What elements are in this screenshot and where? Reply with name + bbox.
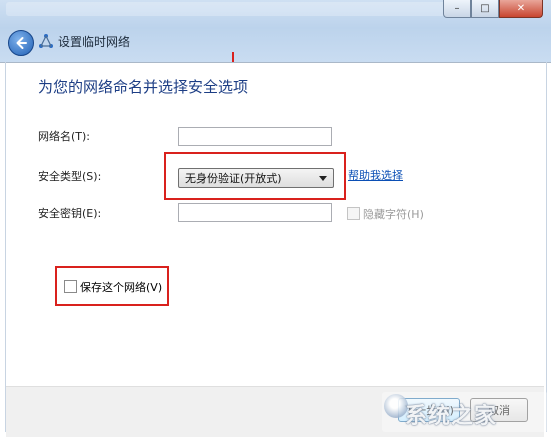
minimize-button[interactable]: – — [443, 0, 471, 18]
security-key-input[interactable] — [178, 203, 332, 222]
annotation-mark — [232, 52, 234, 62]
security-type-label: 安全类型(S): — [38, 170, 102, 183]
help-me-choose-link[interactable]: 帮助我选择 — [348, 167, 403, 183]
dropdown-arrow-icon — [319, 176, 327, 181]
title-bar[interactable] — [6, 2, 446, 16]
network-name-input[interactable] — [178, 127, 332, 146]
hide-characters-checkbox[interactable] — [347, 207, 360, 220]
back-button[interactable] — [8, 30, 34, 56]
close-button[interactable]: ✕ — [499, 0, 543, 18]
maximize-button[interactable]: □ — [471, 0, 499, 18]
security-type-select[interactable]: 无身份验证(开放式) — [178, 168, 334, 188]
security-type-selected-value: 无身份验证(开放式) — [185, 172, 282, 185]
network-name-label: 网络名(T): — [38, 130, 91, 143]
window-title: 设置临时网络 — [58, 35, 131, 49]
save-network-label: 保存这个网络(V) — [80, 281, 163, 294]
network-icon — [39, 34, 53, 48]
watermark-text: 系统之家 — [405, 404, 498, 429]
save-network-checkbox[interactable] — [64, 280, 77, 293]
page-heading: 为您的网络命名并选择安全选项 — [38, 78, 249, 96]
hide-characters-label: 隐藏字符(H) — [363, 208, 424, 221]
security-key-label: 安全密钥(E): — [38, 207, 102, 220]
back-arrow-icon — [16, 37, 27, 49]
window-chrome: – □ ✕ 设置临时网络 — [0, 0, 551, 63]
window-controls: – □ ✕ — [443, 0, 543, 18]
dialog-body — [5, 62, 547, 432]
